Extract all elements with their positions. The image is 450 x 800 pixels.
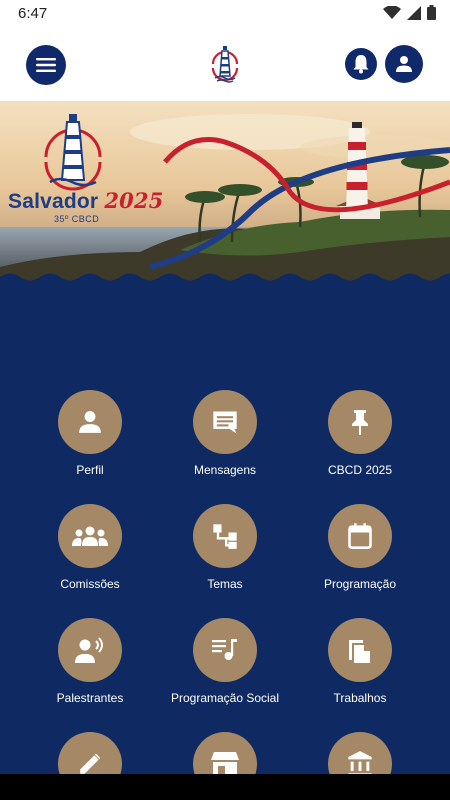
banner-title-text: Salvador xyxy=(8,190,99,213)
tile-icon-circle xyxy=(193,504,257,568)
app-bar xyxy=(0,26,450,102)
tile-cbcd-2025[interactable]: CBCD 2025 xyxy=(300,390,420,478)
hierarchy-icon xyxy=(213,524,237,549)
groups-icon xyxy=(72,526,108,546)
signal-icon xyxy=(407,5,421,25)
tile-icon-circle xyxy=(58,618,122,682)
banner-subtitle: 35º CBCD xyxy=(54,214,100,224)
menu-icon xyxy=(36,58,56,72)
notifications-button[interactable] xyxy=(345,48,377,80)
bell-icon xyxy=(353,55,369,74)
tile-trabalhos[interactable]: Trabalhos xyxy=(300,618,420,706)
music-list-icon xyxy=(212,639,237,660)
tile-mensagens[interactable]: Mensagens xyxy=(165,390,285,478)
documents-icon xyxy=(349,640,370,663)
status-time: 6:47 xyxy=(18,5,48,22)
banner-year: 2025 xyxy=(104,188,164,213)
tile-label: Trabalhos xyxy=(333,691,387,705)
hero-banner: Salvador 2025 35º CBCD xyxy=(0,102,450,292)
tile-label: Programação Social xyxy=(170,691,280,705)
tile-label: Programação xyxy=(323,577,397,591)
tile-temas[interactable]: Temas xyxy=(165,504,285,592)
calendar-icon xyxy=(348,523,372,549)
tile-comissoes[interactable]: Comissões xyxy=(30,504,150,592)
tile-label: Perfil xyxy=(76,463,104,477)
tile-perfil[interactable]: Perfil xyxy=(30,390,150,478)
tile-icon-circle xyxy=(328,504,392,568)
menu-button[interactable] xyxy=(26,45,66,85)
tile-palestrantes[interactable]: Palestrantes xyxy=(30,618,150,706)
tile-label: Mensagens xyxy=(193,463,257,477)
user-icon xyxy=(396,56,412,72)
tile-programacao-social[interactable]: Programação Social xyxy=(165,618,285,706)
status-bar: 6:47 xyxy=(0,0,450,26)
tile-icon-circle xyxy=(328,618,392,682)
tile-label: Temas xyxy=(207,577,243,591)
status-icons xyxy=(383,4,436,25)
tile-label: Comissões xyxy=(60,577,120,591)
tile-label: CBCD 2025 xyxy=(327,463,393,477)
tile-icon-circle xyxy=(328,390,392,454)
speaker-icon xyxy=(75,637,103,663)
system-nav-bar xyxy=(0,774,450,800)
wifi-icon xyxy=(383,4,401,25)
tile-icon-circle xyxy=(193,618,257,682)
pin-icon xyxy=(352,410,368,435)
message-icon xyxy=(213,411,237,434)
account-button[interactable] xyxy=(385,45,423,83)
tile-programacao[interactable]: Programação xyxy=(300,504,420,592)
tile-icon-circle xyxy=(193,390,257,454)
person-icon xyxy=(79,411,101,433)
tile-label: Palestrantes xyxy=(56,691,124,705)
lighthouse-logo xyxy=(207,42,243,86)
tile-icon-circle xyxy=(58,504,122,568)
banner-title: Salvador 2025 xyxy=(8,188,164,214)
battery-icon xyxy=(427,5,436,25)
tile-icon-circle xyxy=(58,390,122,454)
